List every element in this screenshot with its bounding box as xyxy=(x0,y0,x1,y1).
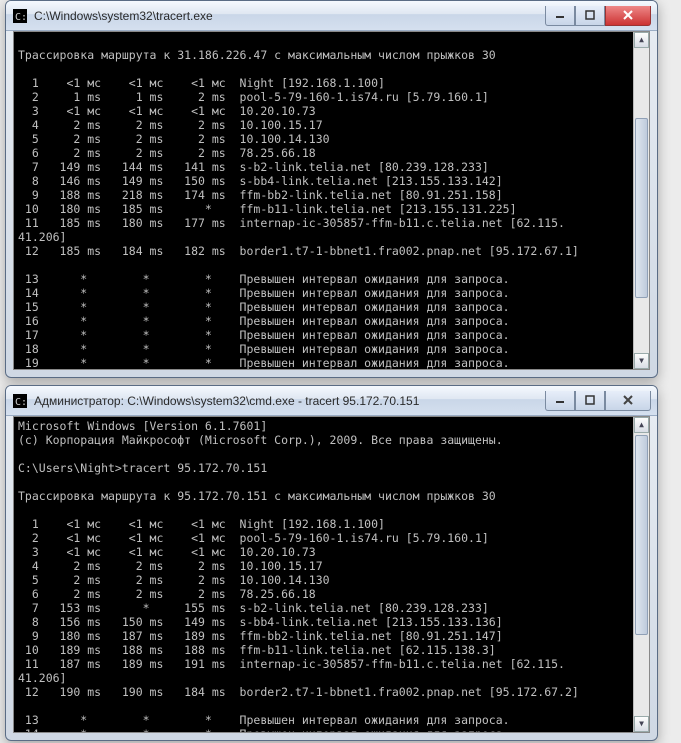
scroll-track[interactable] xyxy=(634,48,649,353)
minimize-button[interactable] xyxy=(545,391,575,411)
window-title: C:\Windows\system32\tracert.exe xyxy=(34,9,545,23)
window-tracert: C:\ C:\Windows\system32\tracert.exe Трас… xyxy=(5,0,658,378)
window-buttons xyxy=(545,6,651,26)
scroll-down-button[interactable]: ▼ xyxy=(634,716,649,732)
scroll-thumb[interactable] xyxy=(635,435,648,635)
maximize-button[interactable] xyxy=(575,391,605,411)
svg-text:C:\: C:\ xyxy=(15,12,27,23)
titlebar[interactable]: C:\ Администратор: C:\Windows\system32\c… xyxy=(6,386,657,416)
minimize-button[interactable] xyxy=(545,6,575,26)
scroll-thumb[interactable] xyxy=(635,118,648,298)
scroll-down-button[interactable]: ▼ xyxy=(634,353,649,369)
close-button[interactable] xyxy=(605,391,651,411)
window-buttons xyxy=(545,391,651,411)
window-cmd: C:\ Администратор: C:\Windows\system32\c… xyxy=(5,385,658,741)
console-icon: C:\ xyxy=(12,393,28,409)
close-button[interactable] xyxy=(605,6,651,26)
titlebar[interactable]: C:\ C:\Windows\system32\tracert.exe xyxy=(6,1,657,31)
maximize-button[interactable] xyxy=(575,6,605,26)
scroll-up-button[interactable]: ▲ xyxy=(634,417,649,433)
console-area[interactable]: Microsoft Windows [Version 6.1.7601] (c)… xyxy=(13,416,650,733)
scrollbar[interactable]: ▲ ▼ xyxy=(633,417,649,732)
scroll-track[interactable] xyxy=(634,433,649,716)
scrollbar[interactable]: ▲ ▼ xyxy=(633,32,649,369)
scroll-up-button[interactable]: ▲ xyxy=(634,32,649,48)
window-title: Администратор: C:\Windows\system32\cmd.e… xyxy=(34,394,545,408)
console-area[interactable]: Трассировка маршрута к 31.186.226.47 с м… xyxy=(13,31,650,370)
console-icon: C:\ xyxy=(12,8,28,24)
svg-text:C:\: C:\ xyxy=(15,397,27,408)
